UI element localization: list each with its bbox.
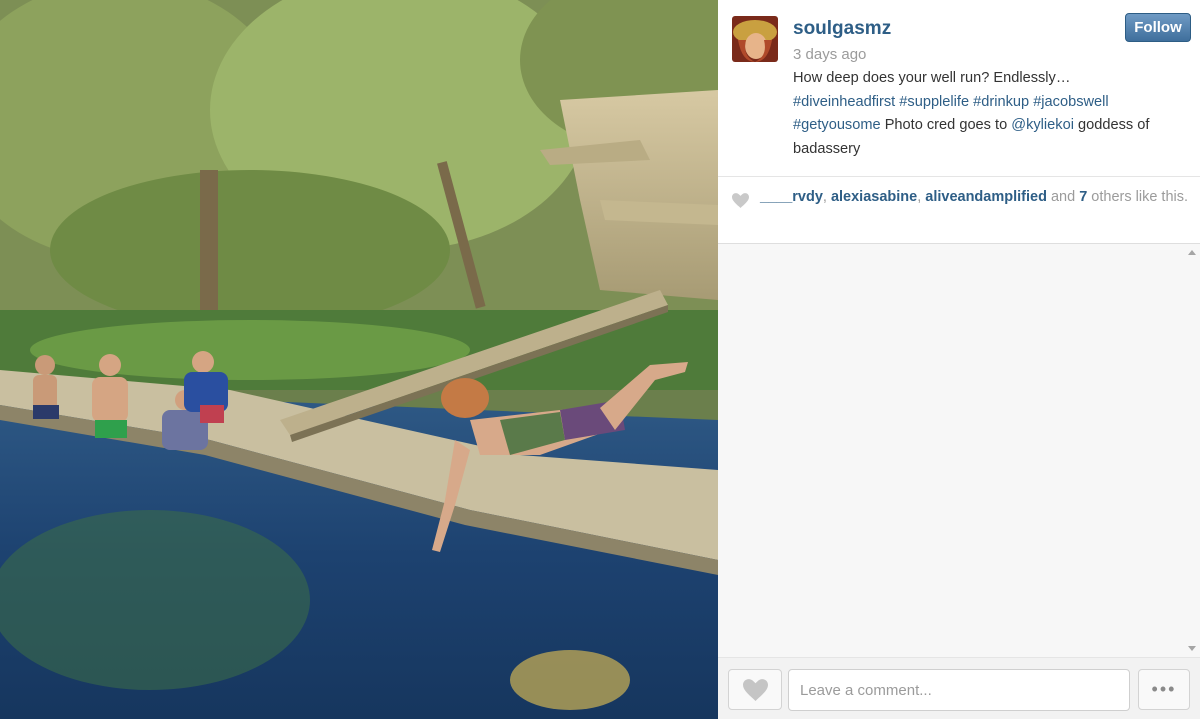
post-sidebar: soulgasmz 3 days ago Follow How deep doe… — [718, 0, 1200, 719]
likes-others-text: others like this. — [1087, 189, 1189, 205]
post-header: soulgasmz 3 days ago Follow How deep doe… — [718, 0, 1200, 176]
hashtag[interactable]: #jacobswell — [1033, 94, 1108, 110]
likes-and-text: and — [1046, 189, 1080, 205]
hashtag[interactable]: #supplelife — [899, 94, 969, 110]
likes-text: ____rvdy, alexiasabine, aliveandamplifie… — [760, 188, 1194, 207]
follow-button[interactable]: Follow — [1125, 13, 1191, 42]
liker-link[interactable]: ____rvdy — [760, 189, 823, 205]
mention-link[interactable]: @kyliekoi — [1011, 117, 1074, 133]
comment-footer: ••• — [718, 657, 1200, 719]
liker-link[interactable]: alexiasabine — [831, 189, 917, 205]
hashtag[interactable]: #diveinheadfirst — [793, 94, 895, 110]
likes-section: ____rvdy, alexiasabine, aliveandamplifie… — [718, 177, 1200, 243]
scrollbar[interactable] — [1184, 244, 1200, 657]
post-photo — [0, 0, 718, 719]
post-timestamp[interactable]: 3 days ago — [793, 46, 866, 63]
post-caption: How deep does your well run? Endlessly… … — [793, 67, 1193, 161]
avatar[interactable] — [732, 16, 778, 62]
hashtag[interactable]: #getyousome — [793, 117, 881, 133]
heart-icon — [743, 679, 768, 701]
scroll-up-icon[interactable] — [1188, 250, 1196, 255]
caption-text: How deep does your well run? Endlessly… — [793, 70, 1071, 86]
comments-area — [718, 244, 1200, 657]
heart-icon — [732, 193, 749, 208]
like-button[interactable] — [728, 669, 782, 710]
hashtag[interactable]: #drinkup — [973, 94, 1029, 110]
liker-link[interactable]: aliveandamplified — [925, 189, 1047, 205]
caption-text: Photo cred goes to — [884, 117, 1008, 134]
separator: , — [822, 189, 831, 205]
more-options-button[interactable]: ••• — [1138, 669, 1190, 710]
scroll-down-icon[interactable] — [1188, 646, 1196, 651]
comment-input[interactable] — [788, 669, 1130, 711]
username[interactable]: soulgasmz — [793, 18, 891, 40]
